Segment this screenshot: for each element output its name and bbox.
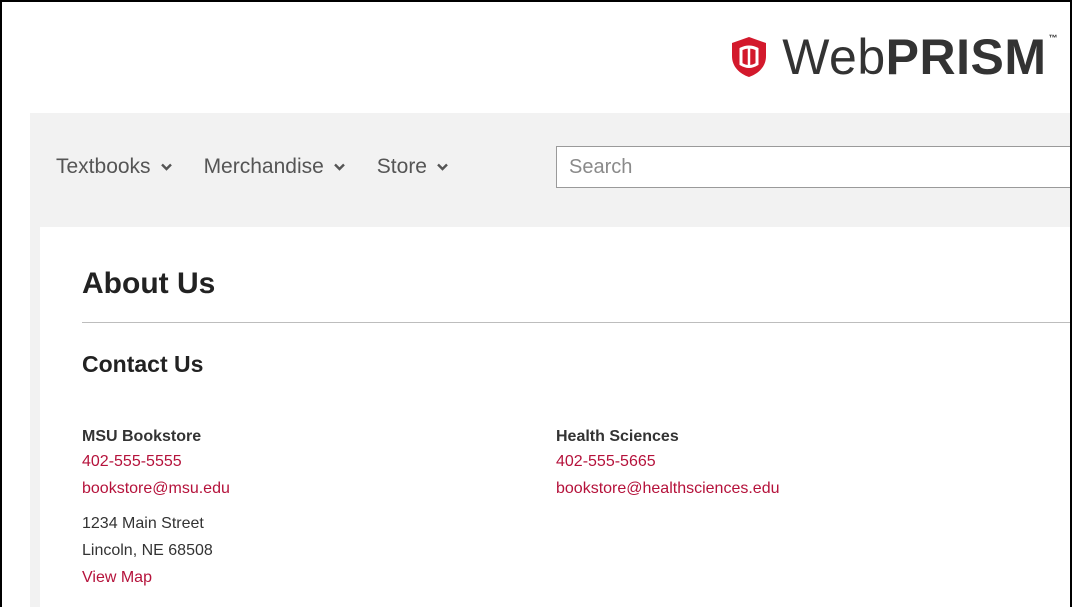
page-frame: WebPRISM™ Textbooks Merchandise Store Ab… bbox=[0, 0, 1072, 607]
page-title: About Us bbox=[82, 267, 216, 300]
address-line-2: Lincoln, NE 68508 bbox=[82, 542, 213, 559]
contact-email-link[interactable]: bookstore@msu.edu bbox=[82, 475, 230, 502]
chevron-down-icon bbox=[437, 163, 448, 171]
contact-card-health-sciences: Health Sciences 402-555-5665 bookstore@h… bbox=[556, 426, 780, 502]
section-title: Contact Us bbox=[82, 351, 204, 377]
logo-text-regular: Web bbox=[782, 29, 886, 85]
logo-wordmark: Web PRISM ™ bbox=[782, 32, 1058, 82]
shield-logo-icon bbox=[732, 37, 767, 77]
address-line-1: 1234 Main Street bbox=[82, 515, 204, 532]
contact-card-msu-bookstore: MSU Bookstore 402-555-5555 bookstore@msu… bbox=[82, 426, 230, 591]
search-input[interactable] bbox=[556, 146, 1070, 188]
nav-item-merchandise[interactable]: Merchandise bbox=[204, 155, 345, 179]
nav-item-textbooks[interactable]: Textbooks bbox=[56, 155, 172, 179]
contact-phone-link[interactable]: 402-555-5665 bbox=[556, 448, 780, 475]
nav-item-label: Merchandise bbox=[203, 155, 324, 178]
title-divider bbox=[82, 322, 1070, 323]
address-spacer bbox=[82, 502, 230, 510]
contact-name: Health Sciences bbox=[556, 428, 679, 445]
logo-text-bold: PRISM bbox=[885, 29, 1047, 85]
trademark-symbol: ™ bbox=[1048, 33, 1058, 43]
main-nav: Textbooks Merchandise Store bbox=[56, 146, 480, 188]
nav-item-label: Textbooks bbox=[56, 155, 151, 178]
chevron-down-icon bbox=[333, 163, 345, 171]
view-map-link[interactable]: View Map bbox=[82, 564, 230, 591]
site-logo[interactable]: Web PRISM ™ bbox=[730, 26, 1058, 88]
contact-name: MSU Bookstore bbox=[82, 428, 202, 445]
contact-email-link[interactable]: bookstore@healthsciences.edu bbox=[556, 475, 780, 502]
nav-item-label: Store bbox=[376, 155, 427, 178]
chevron-down-icon bbox=[160, 163, 172, 171]
main-content: About Us Contact Us MSU Bookstore 402-55… bbox=[40, 227, 1070, 607]
nav-item-store[interactable]: Store bbox=[377, 155, 448, 179]
contact-phone-link[interactable]: 402-555-5555 bbox=[82, 448, 230, 475]
